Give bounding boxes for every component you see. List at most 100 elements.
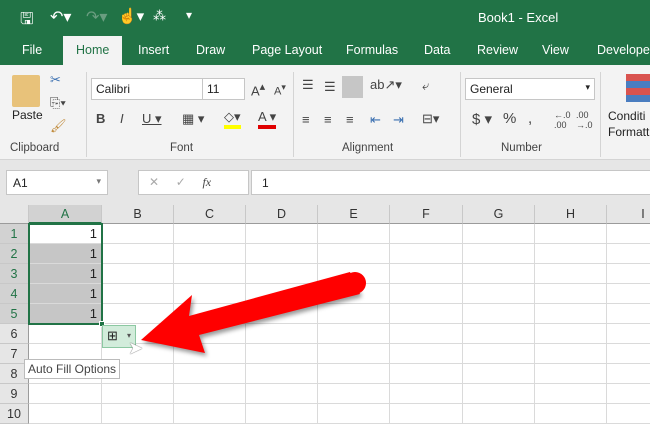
save-icon[interactable]: 🖫: [20, 8, 34, 35]
increase-indent-icon[interactable]: ⇥: [393, 112, 404, 128]
cell-C8[interactable]: [174, 364, 246, 384]
tab-formulas[interactable]: Formulas: [346, 43, 398, 57]
cell-F2[interactable]: [390, 244, 463, 264]
column-header-E[interactable]: E: [318, 205, 390, 224]
cell-C7[interactable]: [174, 344, 246, 364]
cell-H3[interactable]: [535, 264, 607, 284]
font-name-select[interactable]: Calibri: [91, 78, 203, 100]
cell-A2[interactable]: 1: [29, 244, 102, 264]
percent-icon[interactable]: %: [503, 110, 516, 127]
touch-mode-icon[interactable]: ☝▾: [118, 7, 144, 25]
cell-C1[interactable]: [174, 224, 246, 244]
cell-E5[interactable]: [318, 304, 390, 324]
borders-icon[interactable]: ▦ ▾: [182, 111, 204, 127]
cell-D5[interactable]: [246, 304, 318, 324]
column-header-A[interactable]: A: [29, 205, 102, 224]
cell-A9[interactable]: [29, 384, 102, 404]
italic-icon[interactable]: I: [120, 111, 124, 126]
cell-G7[interactable]: [463, 344, 535, 364]
cell-B2[interactable]: [102, 244, 174, 264]
top-align-icon[interactable]: ☰: [302, 77, 314, 93]
decrease-decimal-icon[interactable]: .00→.0: [576, 110, 593, 130]
cell-I8[interactable]: [607, 364, 650, 384]
cell-C6[interactable]: [174, 324, 246, 344]
tab-data[interactable]: Data: [424, 43, 450, 57]
select-all-corner[interactable]: [0, 205, 29, 224]
column-header-C[interactable]: C: [174, 205, 246, 224]
cell-E2[interactable]: [318, 244, 390, 264]
cell-F10[interactable]: [390, 404, 463, 424]
cell-D10[interactable]: [246, 404, 318, 424]
hierarchy-icon[interactable]: ⁂: [153, 8, 166, 24]
cell-I5[interactable]: [607, 304, 650, 324]
column-header-H[interactable]: H: [535, 205, 607, 224]
cell-H10[interactable]: [535, 404, 607, 424]
redo-icon[interactable]: ↷▾: [86, 7, 107, 27]
cell-H9[interactable]: [535, 384, 607, 404]
column-header-B[interactable]: B: [102, 205, 174, 224]
row-header-3[interactable]: 3: [0, 264, 29, 284]
cell-H7[interactable]: [535, 344, 607, 364]
cell-G9[interactable]: [463, 384, 535, 404]
comma-icon[interactable]: ,: [528, 110, 532, 127]
row-header-1[interactable]: 1: [0, 224, 29, 244]
insert-function-icon[interactable]: fx: [202, 175, 211, 189]
cell-B10[interactable]: [102, 404, 174, 424]
cell-H6[interactable]: [535, 324, 607, 344]
column-header-D[interactable]: D: [246, 205, 318, 224]
cell-B9[interactable]: [102, 384, 174, 404]
cell-E3[interactable]: [318, 264, 390, 284]
row-header-5[interactable]: 5: [0, 304, 29, 324]
cell-E7[interactable]: [318, 344, 390, 364]
cell-C5[interactable]: [174, 304, 246, 324]
cell-D1[interactable]: [246, 224, 318, 244]
cell-D2[interactable]: [246, 244, 318, 264]
merge-center-icon[interactable]: ⊟▾: [422, 111, 439, 127]
orientation-icon[interactable]: ab↗▾: [370, 77, 402, 93]
cell-E4[interactable]: [318, 284, 390, 304]
cell-A10[interactable]: [29, 404, 102, 424]
currency-icon[interactable]: $ ▾: [472, 110, 492, 128]
cell-B4[interactable]: [102, 284, 174, 304]
cell-I6[interactable]: [607, 324, 650, 344]
cell-G6[interactable]: [463, 324, 535, 344]
row-header-2[interactable]: 2: [0, 244, 29, 264]
cell-A4[interactable]: 1: [29, 284, 102, 304]
cell-I7[interactable]: [607, 344, 650, 364]
cell-H4[interactable]: [535, 284, 607, 304]
cell-I9[interactable]: [607, 384, 650, 404]
column-header-I[interactable]: I: [607, 205, 650, 224]
cell-A6[interactable]: [29, 324, 102, 344]
cell-D3[interactable]: [246, 264, 318, 284]
cell-E10[interactable]: [318, 404, 390, 424]
cell-C4[interactable]: [174, 284, 246, 304]
row-header-6[interactable]: 6: [0, 324, 29, 344]
column-header-G[interactable]: G: [463, 205, 535, 224]
cell-G3[interactable]: [463, 264, 535, 284]
underline-icon[interactable]: U ▾: [142, 111, 162, 127]
cell-I3[interactable]: [607, 264, 650, 284]
cell-D8[interactable]: [246, 364, 318, 384]
middle-align-icon[interactable]: ☰: [324, 79, 336, 95]
paste-icon[interactable]: [12, 75, 40, 107]
enter-icon[interactable]: ✓: [176, 175, 186, 189]
increase-font-icon[interactable]: A▴: [251, 80, 265, 98]
cell-E1[interactable]: [318, 224, 390, 244]
cell-F7[interactable]: [390, 344, 463, 364]
cell-F9[interactable]: [390, 384, 463, 404]
center-icon[interactable]: ≡: [324, 112, 332, 127]
cancel-icon[interactable]: ✕: [149, 175, 159, 189]
decrease-indent-icon[interactable]: ⇤: [370, 112, 381, 128]
cell-A1[interactable]: 1: [29, 224, 102, 244]
tab-developer[interactable]: Developer: [597, 43, 650, 57]
cell-F6[interactable]: [390, 324, 463, 344]
cell-G5[interactable]: [463, 304, 535, 324]
cut-icon[interactable]: ✂: [50, 72, 61, 88]
font-size-select[interactable]: 11: [202, 78, 245, 100]
align-left-icon[interactable]: ≡: [302, 112, 310, 127]
cell-H8[interactable]: [535, 364, 607, 384]
cell-E9[interactable]: [318, 384, 390, 404]
cell-H5[interactable]: [535, 304, 607, 324]
cell-D7[interactable]: [246, 344, 318, 364]
number-format-select[interactable]: General▾: [465, 78, 595, 100]
